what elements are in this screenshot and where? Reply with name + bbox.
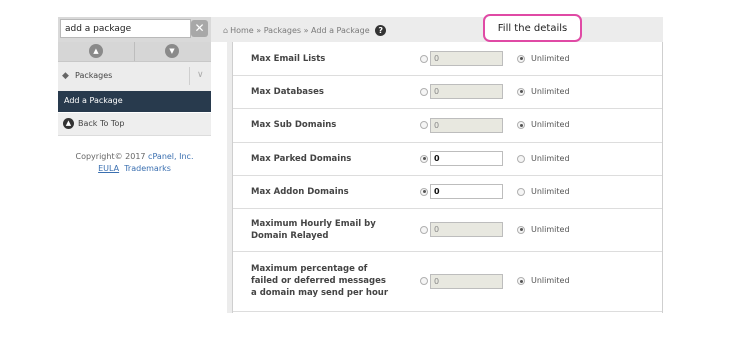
chevron-down-icon[interactable]: ∨ [197, 70, 204, 80]
search-input[interactable] [60, 19, 191, 38]
unlimited-label: Unlimited [531, 120, 570, 129]
sidebar-item-add-package[interactable]: Add a Package [58, 91, 211, 112]
value-radio[interactable] [420, 277, 428, 285]
arrow-up-circle-icon: ▲ [63, 118, 74, 129]
scroll-up-icon[interactable]: ▲ [89, 44, 103, 58]
field-label: Max Databases [251, 86, 324, 98]
sidebar-item-label: Packages [75, 71, 113, 80]
divider [134, 42, 135, 61]
unlimited-radio[interactable] [517, 121, 525, 129]
number-input[interactable]: 0 [430, 117, 503, 133]
form-row: Max Addon Domains 0 Unlimited [233, 175, 662, 209]
nav-arrows: ▲ ▼ [58, 42, 211, 62]
unlimited-label: Unlimited [531, 153, 570, 163]
number-input[interactable]: 0 [430, 51, 503, 66]
field-label-line: failed or deferred messages [251, 276, 386, 286]
value-radio[interactable] [420, 187, 428, 196]
field-label-line: a domain may send per hour [251, 288, 389, 298]
callout-text: Fill the details [497, 23, 568, 34]
breadcrumb-current: Add a Package [311, 26, 370, 35]
field-label-line: Maximum Hourly Email by [251, 218, 376, 229]
divider [189, 67, 190, 85]
unlimited-label: Unlimited [531, 53, 570, 63]
field-label: Max Parked Domains [251, 153, 351, 165]
form-row: Maximum Hourly Email by Domain Relayed 0 Un… [233, 208, 662, 252]
field-label-line: Domain Relayed [251, 230, 329, 241]
field-label-line: Maximum percentage of [251, 264, 368, 274]
field-label-line: Max Databases [251, 86, 324, 97]
number-input[interactable]: 0 [430, 273, 503, 289]
copyright-text: Copyright© 2017 [75, 152, 146, 161]
search-bar: ✕ [58, 17, 211, 42]
number-input[interactable]: 0 [430, 222, 503, 237]
breadcrumb-packages[interactable]: Packages [264, 26, 301, 35]
unlimited-label: Unlimited [531, 276, 570, 285]
breadcrumb: ⌂ Home » Packages » Add a Package ? [223, 25, 387, 36]
trademarks-link[interactable]: Trademarks [124, 164, 171, 173]
field-label-line: Max Sub Domains [251, 120, 337, 130]
number-input[interactable]: 0 [430, 84, 503, 99]
clear-search-icon[interactable]: ✕ [191, 20, 208, 37]
callout-annotation: Fill the details [483, 14, 582, 42]
unlimited-label: Unlimited [531, 86, 570, 96]
back-to-top-button[interactable]: ▲ Back To Top [58, 113, 211, 136]
scroll-down-icon[interactable]: ▼ [165, 44, 179, 58]
field-label: Maximum Hourly Email by Domain Relayed [251, 218, 376, 242]
field-label-line: Max Email Lists [251, 53, 326, 64]
eula-link[interactable]: EULA [98, 164, 119, 173]
unlimited-radio[interactable] [517, 154, 525, 163]
value-radio[interactable] [420, 154, 428, 163]
unlimited-radio[interactable] [517, 54, 525, 63]
form-row: Max Email Lists 0 Unlimited [233, 42, 662, 76]
breadcrumb-separator: » [256, 26, 262, 35]
sidebar-item-packages[interactable]: ◆ Packages ∨ [58, 62, 211, 92]
sidebar: ✕ ▲ ▼ ◆ Packages ∨ Add a Package ▲ Back … [58, 17, 211, 313]
unlimited-radio[interactable] [517, 225, 525, 234]
form-row: Maximum percentage of failed or deferred … [233, 251, 662, 312]
field-label: Max Email Lists [251, 53, 325, 65]
back-to-top-label: Back To Top [78, 119, 125, 128]
unlimited-radio[interactable] [517, 187, 525, 196]
help-icon[interactable]: ? [375, 25, 387, 36]
field-label: Maximum percentage of failed or deferred … [251, 263, 388, 299]
field-label: Max Addon Domains [251, 186, 349, 198]
home-icon[interactable]: ⌂ [223, 26, 228, 35]
sidebar-item-label: Add a Package [64, 96, 123, 105]
unlimited-radio[interactable] [517, 277, 525, 285]
field-label-line: Max Addon Domains [251, 186, 349, 197]
value-radio[interactable] [420, 225, 428, 234]
package-icon: ◆ [62, 71, 69, 81]
breadcrumb-home[interactable]: Home [230, 26, 254, 35]
cpanel-link[interactable]: cPanel, Inc. [148, 152, 193, 161]
form-row: Max Databases 0 Unlimited [233, 75, 662, 109]
copyright: Copyright© 2017 cPanel, Inc. EULA Tradem… [58, 151, 211, 175]
breadcrumb-bar: ⌂ Home » Packages » Add a Package ? [211, 17, 663, 42]
number-input[interactable]: 0 [430, 151, 503, 166]
unlimited-label: Unlimited [531, 224, 570, 234]
unlimited-label: Unlimited [531, 186, 570, 196]
form-row: Max Sub Domains 0 Unlimited [233, 108, 662, 143]
field-label-line: Max Parked Domains [251, 153, 352, 164]
form-row: Max Parked Domains 0 Unlimited [233, 142, 662, 176]
number-input[interactable]: 0 [430, 184, 503, 199]
unlimited-radio[interactable] [517, 87, 525, 96]
value-radio[interactable] [420, 54, 428, 63]
package-form: Max Email Lists 0 Unlimited Max Databases 0 U… [232, 42, 663, 313]
field-label: Max Sub Domains [251, 119, 336, 131]
value-radio[interactable] [420, 87, 428, 96]
breadcrumb-separator: » [303, 26, 309, 35]
value-radio[interactable] [420, 121, 428, 129]
